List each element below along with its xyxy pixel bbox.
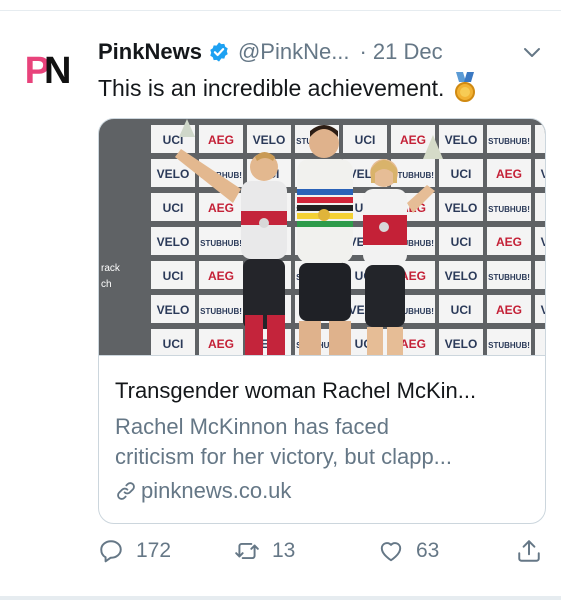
banner-text: STUBHUB!: [488, 137, 530, 146]
banner-tile: [535, 329, 545, 355]
like-button[interactable]: 63: [378, 538, 439, 564]
banner-text: UCI: [355, 133, 376, 147]
avatar-logo: PN: [24, 50, 72, 92]
banner-text: VELO: [157, 303, 190, 317]
banner-text: STUBHUB!: [200, 307, 242, 316]
reply-icon: [100, 540, 122, 563]
banner-text: VELO: [445, 133, 478, 147]
banner-text: VELO: [445, 337, 478, 351]
tweet-body: This is an incredible achievement.: [98, 74, 445, 101]
banner-text: AEG: [208, 201, 234, 215]
image-side-text-1: rack: [101, 263, 121, 274]
like-icon: [380, 542, 402, 562]
banner-text: VELO: [157, 235, 190, 249]
banner-text: UCI: [451, 235, 472, 249]
banner-text: STUBHUB!: [488, 341, 530, 350]
tweet-header: PinkNews @PinkNe... · 21 Dec: [98, 36, 548, 68]
banner-tile: [535, 125, 545, 153]
retweet-count: 13: [272, 539, 296, 562]
bottom-divider: [0, 596, 561, 600]
banner-text: AEG: [208, 337, 234, 351]
banner-text: UCI: [451, 167, 472, 181]
top-divider: [0, 10, 561, 11]
retweet-button[interactable]: 13: [234, 538, 295, 564]
card-domain-text: pinknews.co.uk: [141, 478, 292, 503]
card-description-line-1: Rachel McKinnon has faced: [115, 414, 389, 439]
banner-text: VELO: [541, 303, 545, 317]
action-bar: 172 13 63: [98, 538, 548, 574]
card-description: Rachel McKinnon has faced criticism for …: [115, 412, 529, 472]
banner-text: STUBHUB!: [200, 239, 242, 248]
tweet-text: This is an incredible achievement.: [98, 72, 478, 104]
banner-tile: [535, 193, 545, 221]
banner-text: UCI: [163, 201, 184, 215]
reply-button[interactable]: 172: [98, 538, 171, 564]
banner-text: VELO: [253, 133, 286, 147]
separator-dot: ·: [359, 39, 367, 64]
card-image: UCI AEG VELO STUBHUB! UCI AEG VELO STUBHUB! UCI A…: [99, 119, 545, 355]
author-handle[interactable]: @PinkNe...: [238, 39, 350, 65]
banner-text: UCI: [163, 269, 184, 283]
banner-text: AEG: [496, 303, 522, 317]
banner-text: AEG: [496, 235, 522, 249]
like-count: 63: [416, 539, 440, 562]
banner-text: VELO: [157, 167, 190, 181]
banner-text: AEG: [400, 337, 426, 351]
banner-text: UCI: [451, 303, 472, 317]
banner-text: STUBHUB!: [488, 205, 530, 214]
link-icon: [117, 482, 135, 500]
banner-text: AEG: [208, 269, 234, 283]
chevron-down-icon[interactable]: [522, 42, 542, 62]
retweet-icon: [235, 542, 259, 560]
image-side-text-2: ch: [101, 279, 112, 290]
banner-text: VELO: [445, 201, 478, 215]
link-card[interactable]: UCI AEG VELO STUBHUB! UCI AEG VELO STUBHUB! UCI A…: [98, 118, 546, 524]
share-button[interactable]: [516, 538, 542, 564]
card-description-line-2: criticism for her victory, but clapp...: [115, 444, 453, 469]
avatar[interactable]: PN: [14, 40, 76, 102]
banner-text: AEG: [400, 133, 426, 147]
banner-text: VELO: [541, 235, 545, 249]
banner-text: AEG: [496, 167, 522, 181]
banner-text: AEG: [208, 133, 234, 147]
verified-badge-icon: [210, 42, 228, 62]
card-domain[interactable]: pinknews.co.uk: [115, 478, 291, 504]
banner-text: STUBHUB!: [488, 273, 530, 282]
author-name[interactable]: PinkNews: [98, 39, 202, 65]
banner-text: STUBHUB!: [392, 171, 434, 180]
share-icon: [518, 540, 540, 562]
card-body: Transgender woman Rachel McKin... Rachel…: [99, 355, 545, 523]
reply-count: 172: [136, 539, 172, 562]
banner-tile: [535, 261, 545, 289]
tweet-date[interactable]: 21 Dec: [373, 39, 443, 65]
banner-text: VELO: [445, 269, 478, 283]
banner-text: UCI: [163, 337, 184, 351]
medal-icon: [455, 72, 476, 102]
banner-text: VELO: [541, 167, 545, 181]
card-title[interactable]: Transgender woman Rachel McKin...: [115, 378, 529, 404]
